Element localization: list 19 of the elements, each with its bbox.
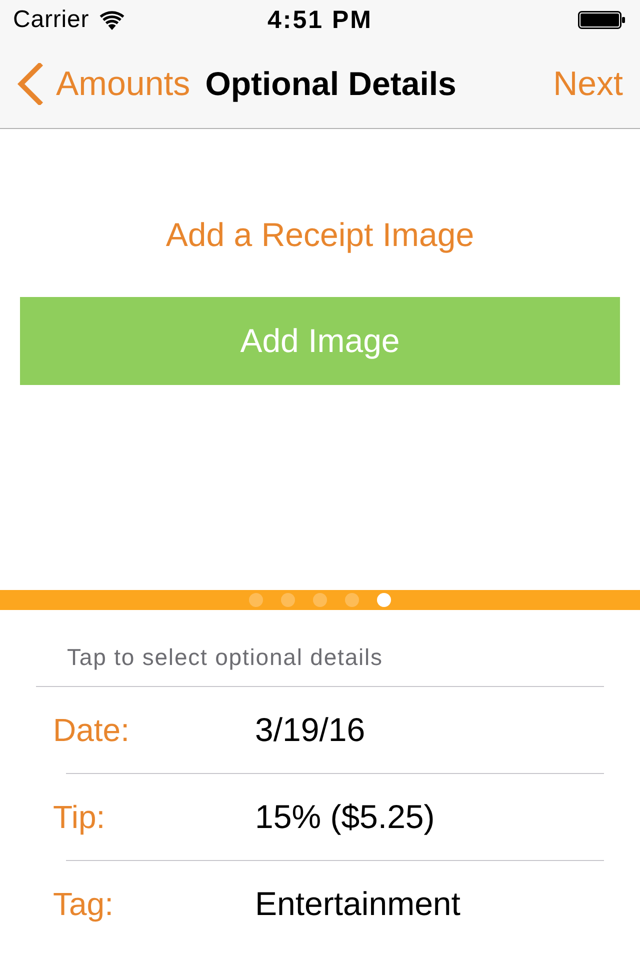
detail-value[interactable]: Entertainment	[255, 884, 460, 924]
carrier-name: Carrier	[13, 6, 90, 34]
status-time: 4:51 PM	[268, 6, 372, 34]
page-dot[interactable]	[313, 593, 327, 607]
detail-value[interactable]: 15% ($5.25)	[255, 797, 435, 837]
detail-label: Tip:	[53, 798, 106, 837]
battery-icon	[578, 11, 625, 29]
page-dot[interactable]	[249, 593, 263, 607]
wifi-icon	[99, 10, 126, 30]
detail-label: Date:	[53, 711, 130, 750]
detail-label: Tag:	[53, 885, 114, 924]
page-dot[interactable]	[377, 593, 391, 607]
page-dot[interactable]	[281, 593, 295, 607]
details-hint: Tap to select optional details	[67, 643, 383, 672]
chevron-left-icon	[17, 63, 43, 105]
screen-title: Optional Details	[205, 64, 456, 104]
detail-value[interactable]: 3/19/16	[255, 710, 366, 750]
receipt-heading: Add a Receipt Image	[166, 215, 474, 255]
page-dot[interactable]	[345, 593, 359, 607]
